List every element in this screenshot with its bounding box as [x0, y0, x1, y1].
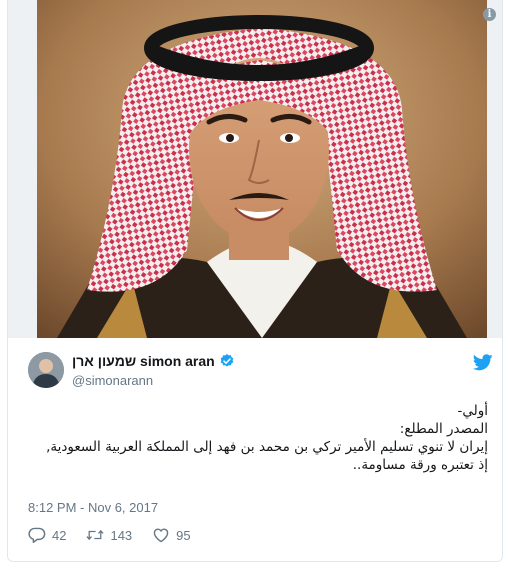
avatar[interactable] [28, 352, 64, 388]
like-button[interactable]: 95 [152, 527, 191, 543]
tweet-text-line: المصدر المطلع: [399, 421, 488, 437]
info-icon[interactable]: i [483, 8, 496, 21]
retweet-icon [86, 529, 104, 541]
tweet-text-line: أولي- [457, 403, 488, 419]
tweet-text-line: إذ تعتبره ورقة مساومة.. [352, 457, 488, 473]
portrait-photo [37, 0, 487, 338]
twitter-bird-icon[interactable] [473, 354, 493, 371]
like-count: 95 [176, 527, 191, 543]
tweet-card: i שמעון ארן simon aran @simonarann أولي-… [7, 0, 503, 562]
reply-icon [28, 527, 46, 543]
tweet-text: أولي- المصدر المطلع: إيران لا تنوي تسليم… [28, 402, 488, 474]
tweet-timestamp[interactable]: 8:12 PM - Nov 6, 2017 [28, 500, 158, 515]
heart-icon [153, 528, 169, 543]
retweet-count: 143 [110, 527, 133, 543]
author-name[interactable]: שמעון ארן simon aran [72, 353, 215, 369]
verified-badge-icon [220, 354, 234, 367]
reply-count: 42 [52, 527, 67, 543]
tweet-header: שמעון ארן simon aran @simonarann [28, 352, 493, 392]
author-handle[interactable]: @simonarann [72, 373, 153, 388]
retweet-button[interactable]: 143 [86, 527, 132, 543]
tweet-actions: 42 143 95 [28, 527, 211, 543]
author-name-row[interactable]: שמעון ארן simon aran [72, 353, 235, 369]
avatar-image [28, 352, 64, 388]
reply-button[interactable]: 42 [28, 527, 66, 543]
tweet-text-line: إيران لا تنوي تسليم الأمير تركي بن محمد … [46, 439, 488, 455]
tweet-photo[interactable]: i [8, 0, 502, 338]
